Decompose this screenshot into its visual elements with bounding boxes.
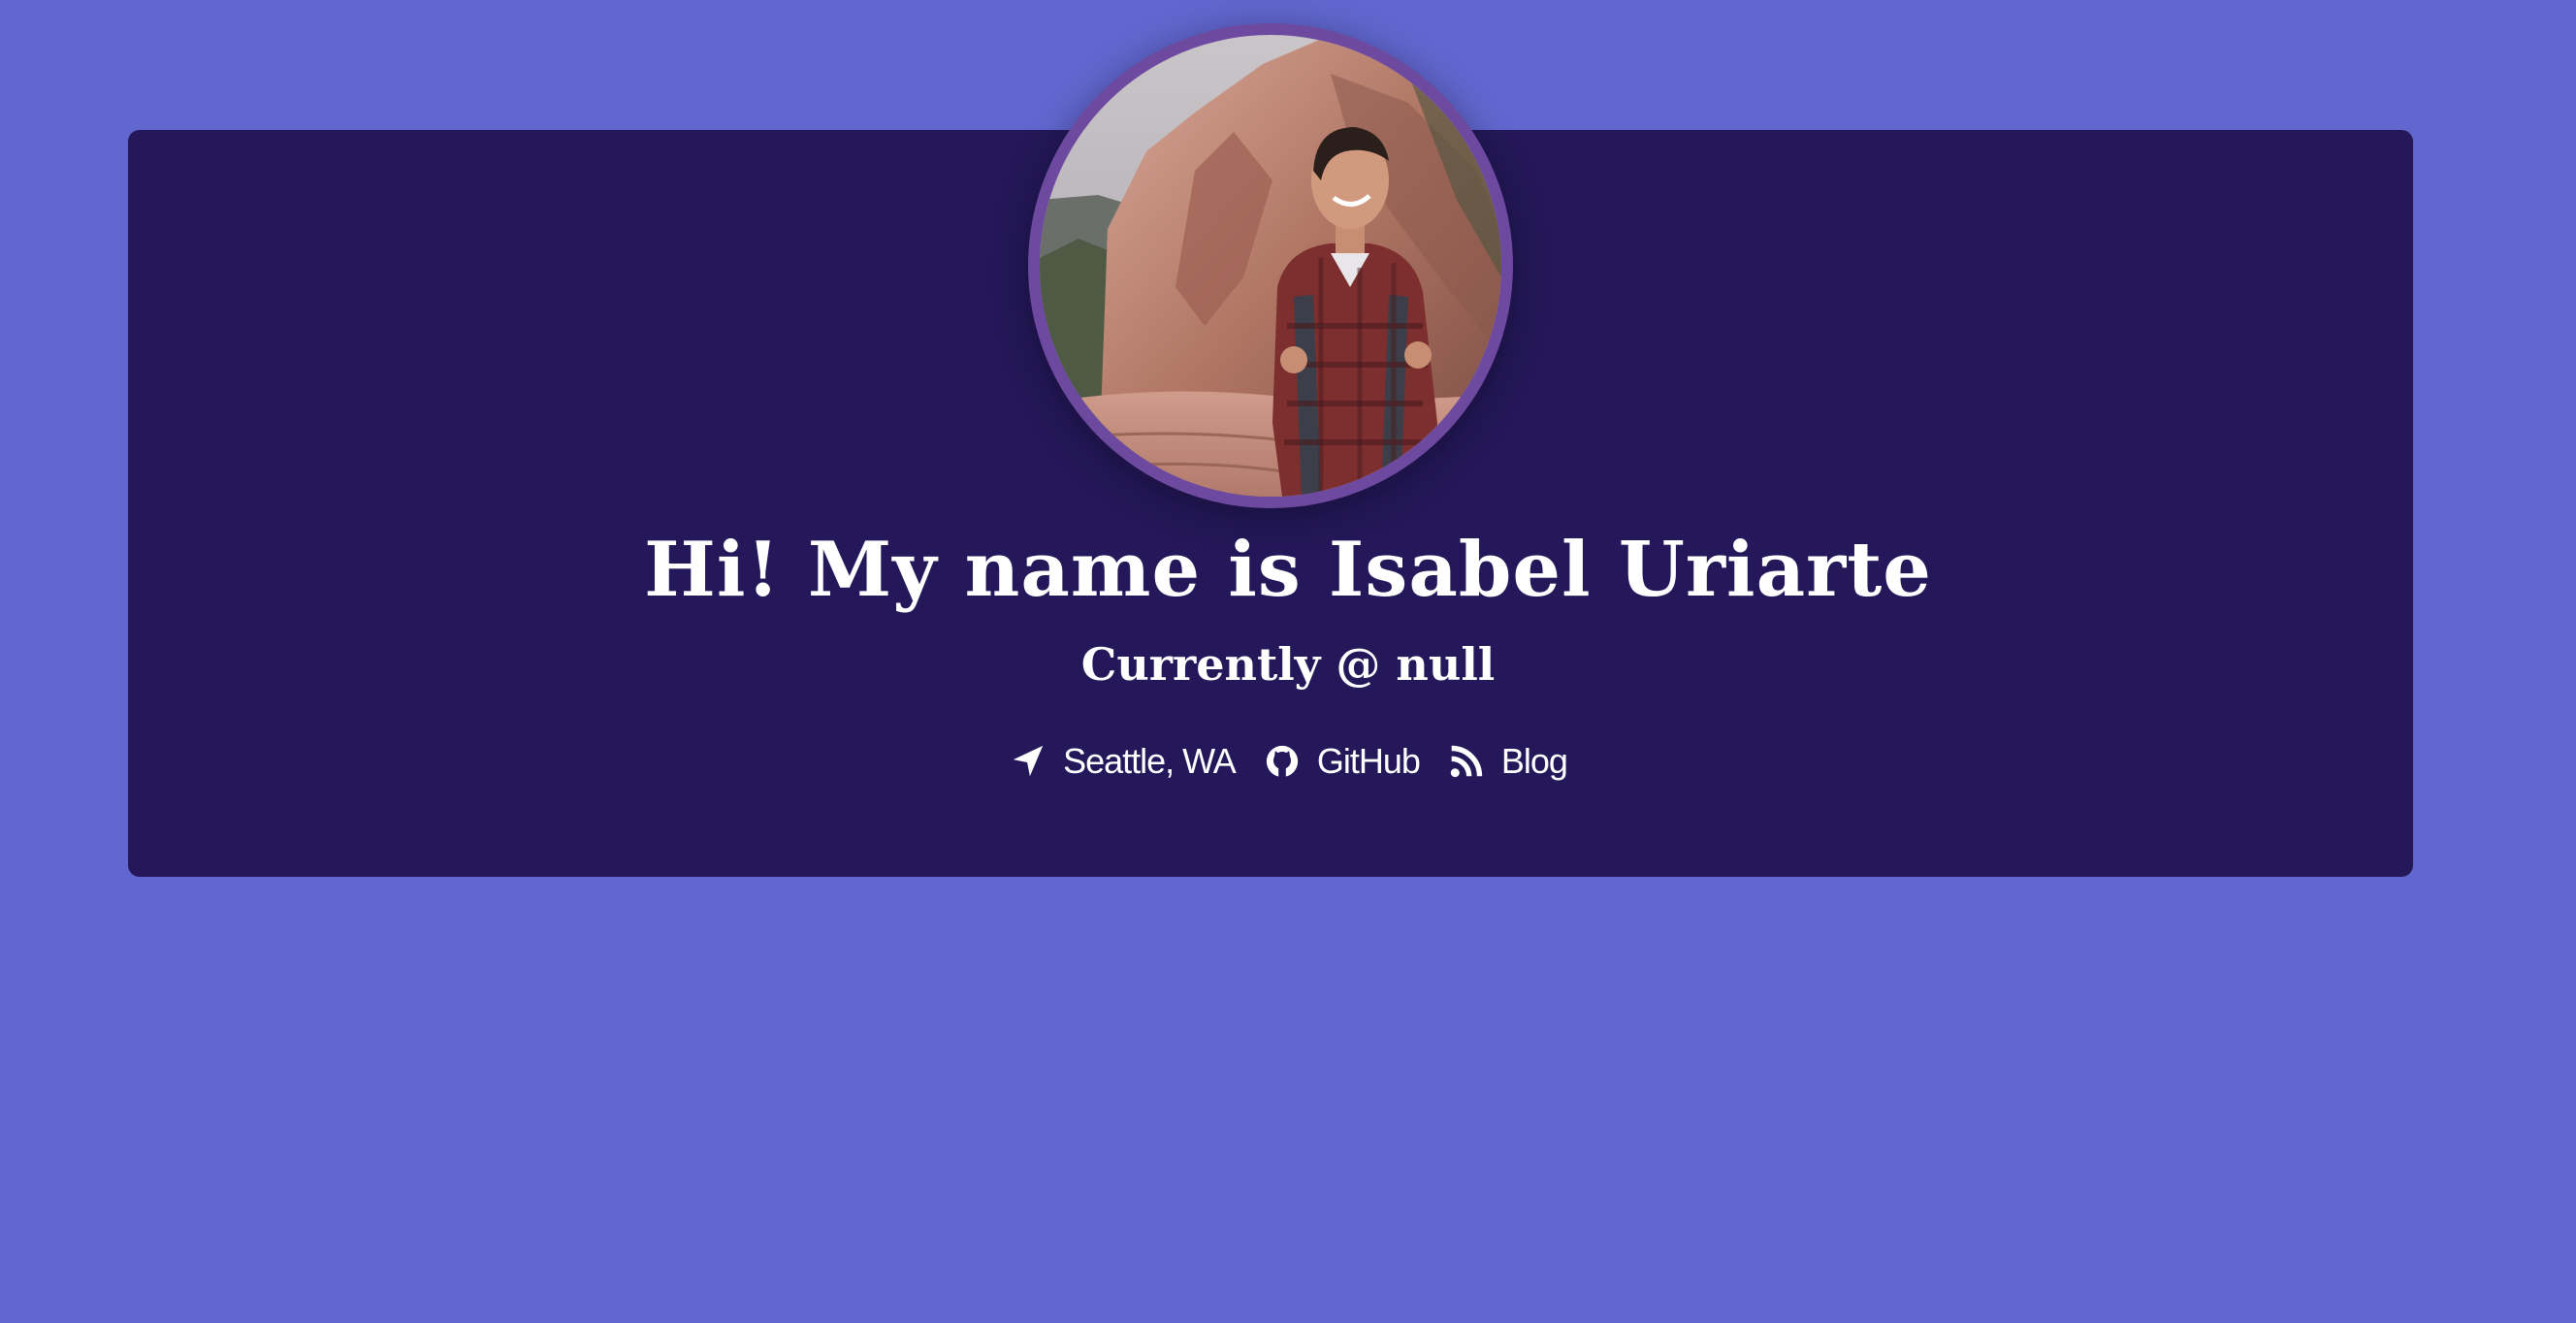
- rss-icon: [1447, 742, 1486, 781]
- avatar-photo: [1040, 35, 1501, 497]
- blog-link[interactable]: Blog: [1447, 741, 1568, 782]
- github-icon: [1263, 742, 1302, 781]
- avatar: [1028, 23, 1513, 508]
- profile-links: Seattle, WA GitHub Blog: [0, 741, 2576, 782]
- location-arrow-icon: [1009, 742, 1047, 781]
- page: Hi! My name is Isabel Uriarte Currently …: [0, 0, 2576, 1323]
- location-link[interactable]: Seattle, WA: [1009, 741, 1237, 782]
- page-title: Hi! My name is Isabel Uriarte: [644, 526, 1932, 614]
- github-label: GitHub: [1316, 741, 1421, 781]
- blog-label: Blog: [1500, 741, 1568, 781]
- location-label: Seattle, WA: [1063, 741, 1237, 781]
- page-subtitle: Currently @ null: [1080, 638, 1496, 691]
- github-link[interactable]: GitHub: [1263, 741, 1421, 782]
